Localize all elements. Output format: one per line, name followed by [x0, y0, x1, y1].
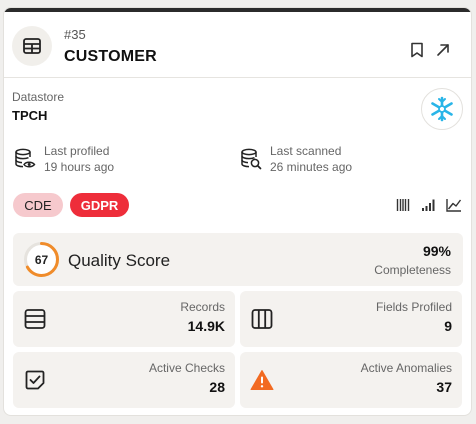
- snowflake-icon: [421, 88, 463, 130]
- last-profiled-label: Last profiled: [44, 144, 110, 158]
- bookmark-icon[interactable]: [408, 41, 426, 59]
- warning-triangle-icon: [250, 368, 274, 392]
- open-external-icon[interactable]: [434, 41, 452, 59]
- fields-profiled-value: 9: [444, 318, 452, 334]
- tag-cde[interactable]: CDE: [13, 193, 63, 217]
- database-eye-icon: [14, 148, 36, 170]
- completeness-value: 99%: [422, 243, 451, 259]
- active-anomalies-label: Active Anomalies: [360, 361, 452, 375]
- stat-active-anomalies: Active Anomalies 37: [240, 352, 462, 408]
- fields-profiled-label: Fields Profiled: [375, 300, 452, 314]
- stat-active-checks: Active Checks 28: [13, 352, 235, 408]
- last-profiled: Last profiled 19 hours ago: [14, 142, 214, 176]
- last-scanned-label: Last scanned: [270, 144, 342, 158]
- last-scanned-value: 26 minutes ago: [270, 160, 353, 174]
- table-card: #35 CUSTOMER Datastore TPCH Last profile…: [3, 7, 472, 416]
- completeness-label: Completeness: [374, 263, 451, 277]
- barcode-icon[interactable]: [394, 196, 412, 214]
- datastore-name[interactable]: TPCH: [12, 108, 47, 123]
- signal-bars-icon[interactable]: [419, 196, 437, 214]
- active-anomalies-value: 37: [436, 379, 452, 395]
- tag-gdpr[interactable]: GDPR: [70, 193, 129, 217]
- last-profiled-value: 19 hours ago: [44, 160, 115, 174]
- check-square-icon: [23, 368, 47, 392]
- stat-records: Records 14.9K: [13, 291, 235, 347]
- quality-score-label: Quality Score: [68, 251, 171, 270]
- table-id: #35: [64, 27, 86, 42]
- line-chart-icon[interactable]: [445, 196, 463, 214]
- active-checks-label: Active Checks: [148, 361, 225, 375]
- last-scanned: Last scanned 26 minutes ago: [240, 142, 440, 176]
- records-label: Records: [180, 300, 225, 314]
- active-checks-value: 28: [209, 379, 225, 395]
- table-name[interactable]: CUSTOMER: [64, 48, 157, 66]
- table-icon: [12, 26, 52, 66]
- columns-icon: [250, 307, 274, 331]
- records-value: 14.9K: [187, 318, 225, 334]
- quality-score-value: 67: [34, 252, 49, 267]
- quality-score-panel: 67 Quality Score 99% Completeness: [13, 233, 463, 286]
- datastore-label: Datastore: [12, 90, 65, 104]
- stat-fields-profiled: Fields Profiled 9: [240, 291, 462, 347]
- database-search-icon: [240, 148, 262, 170]
- rows-icon: [23, 307, 47, 331]
- card-header: #35 CUSTOMER: [4, 12, 471, 78]
